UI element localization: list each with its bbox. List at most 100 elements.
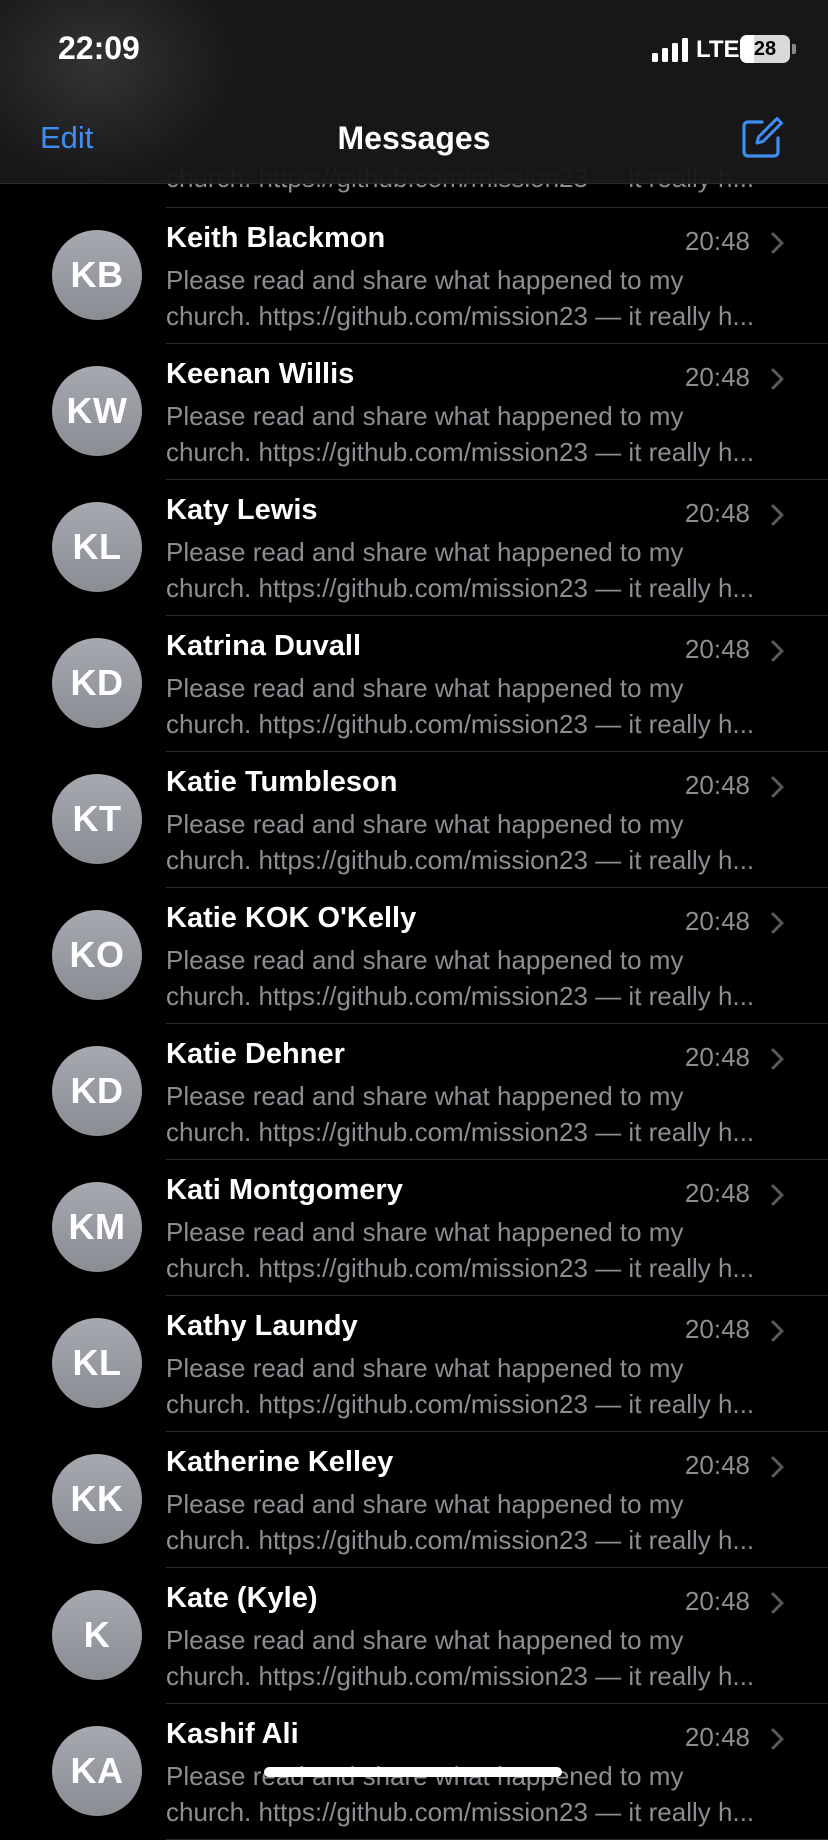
contact-name: Katrina Duvall [166, 630, 361, 662]
chevron-right-icon [771, 1592, 784, 1614]
message-timestamp: 20:48 [684, 770, 750, 800]
contact-name: Katy Lewis [166, 494, 318, 526]
preview-line: Please read and share what happened to m… [166, 1625, 684, 1655]
conversation-row[interactable]: KL Kathy Laundy 20:48 Please read and share… [0, 1296, 828, 1432]
message-timestamp: 20:48 [684, 1450, 750, 1480]
avatar: K [52, 1590, 142, 1680]
avatar: KW [52, 366, 142, 456]
message-timestamp: 20:48 [684, 1042, 750, 1072]
preview-line: Please read and share what happened to m… [166, 673, 684, 703]
status-time: 22:09 [58, 30, 140, 66]
preview-line: church. https://github.com/mission23 — i… [166, 437, 755, 467]
avatar: KL [52, 502, 142, 592]
chevron-right-icon [771, 640, 784, 662]
preview-line: Please read and share what happened to m… [166, 537, 684, 567]
preview-line: Please read and share what happened to m… [166, 945, 684, 975]
conversation-row[interactable]: KK Katherine Kelley 20:48 Please read and s… [0, 1432, 828, 1568]
conversation-row[interactable]: KB Keith Blackmon 20:48 Please read and sha… [0, 208, 828, 344]
preview-line: Please read and share what happened to m… [166, 809, 684, 839]
conversation-row[interactable]: KM Kati Montgomery 20:48 Please read and sh… [0, 1160, 828, 1296]
avatar: KD [52, 638, 142, 728]
chevron-right-icon [771, 1456, 784, 1478]
message-preview: Please read and share what happened to m… [166, 942, 786, 1014]
preview-line: church. https://github.com/mission23 — i… [166, 981, 755, 1011]
avatar: KK [52, 1454, 142, 1544]
chevron-right-icon [771, 1048, 784, 1070]
contact-name: Keith Blackmon [166, 222, 386, 254]
avatar: KM [52, 1182, 142, 1272]
message-timestamp: 20:48 [684, 226, 750, 256]
edit-button[interactable]: Edit [40, 120, 93, 156]
contact-name: Kati Montgomery [166, 1174, 403, 1206]
message-preview: Please read and share what happened to m… [166, 534, 786, 606]
message-timestamp: 20:48 [684, 634, 750, 664]
chevron-right-icon [771, 504, 784, 526]
avatar: KT [52, 774, 142, 864]
message-preview: Please read and share what happened to m… [166, 806, 786, 878]
preview-line: church. https://github.com/mission23 — i… [166, 301, 755, 331]
chevron-right-icon [771, 912, 784, 934]
preview-line: Please read and share what happened to m… [166, 1081, 684, 1111]
preview-line: church. https://github.com/mission23 — i… [166, 1661, 755, 1691]
conversation-row[interactable]: KT Katie Tumbleson 20:48 Please read and sh… [0, 752, 828, 888]
contact-name: Katie Tumbleson [166, 766, 398, 798]
preview-line: Please read and share what happened to m… [166, 1489, 684, 1519]
message-preview: Please read and share what happened to m… [166, 1486, 786, 1558]
navigation-header: 22:09 LTE 28 Edit Messages [0, 0, 828, 184]
chevron-right-icon [771, 368, 784, 390]
preview-line: Please read and share what happened to m… [166, 401, 684, 431]
preview-line: Please read and share what happened to m… [166, 1353, 684, 1383]
preview-line: church. https://github.com/mission23 — i… [166, 1117, 755, 1147]
avatar: KD [52, 1046, 142, 1136]
contact-name: Kashif Ali [166, 1718, 299, 1750]
message-timestamp: 20:48 [684, 1586, 750, 1616]
message-timestamp: 20:48 [684, 1178, 750, 1208]
message-timestamp: 20:48 [684, 362, 750, 392]
preview-line: church. https://github.com/mission23 — i… [166, 1525, 755, 1555]
preview-line: church. https://github.com/mission23 — i… [166, 1253, 755, 1283]
cellular-signal-icon [652, 38, 688, 62]
contact-name: Kate (Kyle) [166, 1582, 318, 1614]
conversation-row[interactable]: KO Katie KOK O'Kelly 20:48 Please read and … [0, 888, 828, 1024]
message-preview: Please read and share what happened to m… [166, 1350, 786, 1422]
conversation-list[interactable]: church. https://github.com/mission23 — i… [0, 0, 828, 1840]
conversation-row[interactable]: KD Katrina Duvall 20:48 Please read and sha… [0, 616, 828, 752]
message-preview: Please read and share what happened to m… [166, 1078, 786, 1150]
message-timestamp: 20:48 [684, 1722, 750, 1752]
message-preview: Please read and share what happened to m… [166, 1214, 786, 1286]
conversation-row[interactable]: KD Katie Dehner 20:48 Please read and share… [0, 1024, 828, 1160]
avatar: KB [52, 230, 142, 320]
message-preview: Please read and share what happened to m… [166, 398, 786, 470]
preview-line: church. https://github.com/mission23 — i… [166, 1389, 755, 1419]
avatar: KA [52, 1726, 142, 1816]
conversation-row[interactable]: K Kate (Kyle) 20:48 Please read and share w… [0, 1568, 828, 1704]
contact-name: Kathy Laundy [166, 1310, 358, 1342]
compose-icon[interactable] [738, 114, 786, 162]
preview-line: church. https://github.com/mission23 — i… [166, 845, 755, 875]
avatar: KL [52, 1318, 142, 1408]
preview-line: Please read and share what happened to m… [166, 1217, 684, 1247]
conversation-row[interactable]: KW Keenan Willis 20:48 Please read and shar… [0, 344, 828, 480]
chevron-right-icon [771, 1184, 784, 1206]
contact-name: Katie Dehner [166, 1038, 345, 1070]
avatar: KO [52, 910, 142, 1000]
preview-line: church. https://github.com/mission23 — i… [166, 709, 755, 739]
battery-percentage: 28 [753, 37, 777, 60]
chevron-right-icon [771, 1320, 784, 1342]
message-timestamp: 20:48 [684, 1314, 750, 1344]
message-timestamp: 20:48 [684, 498, 750, 528]
conversation-row[interactable]: KL Katy Lewis 20:48 Please read and share w… [0, 480, 828, 616]
network-type-label: LTE [696, 36, 740, 63]
preview-line: church. https://github.com/mission23 — i… [166, 573, 755, 603]
chevron-right-icon [771, 776, 784, 798]
contact-name: Katherine Kelley [166, 1446, 394, 1478]
message-preview: Please read and share what happened to m… [166, 262, 786, 334]
battery-icon: 28 [740, 35, 790, 63]
home-indicator[interactable] [264, 1767, 562, 1777]
preview-line: church. https://github.com/mission23 — i… [166, 1797, 755, 1827]
contact-name: Keenan Willis [166, 358, 355, 390]
message-preview: Please read and share what happened to m… [166, 1622, 786, 1694]
preview-line: Please read and share what happened to m… [166, 265, 684, 295]
contact-name: Katie KOK O'Kelly [166, 902, 417, 934]
chevron-right-icon [771, 1728, 784, 1750]
